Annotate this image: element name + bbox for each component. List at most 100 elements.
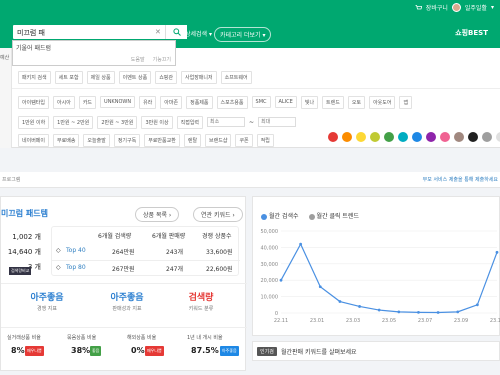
filter-chip[interactable]: 세트 포함 [54, 70, 83, 84]
filter-chip[interactable]: 유라 [139, 95, 157, 109]
data-point[interactable] [377, 308, 381, 312]
color-swatch[interactable] [468, 132, 478, 142]
help-link[interactable]: 도움말 [131, 56, 145, 63]
cart-icon[interactable] [414, 4, 423, 11]
service-chip[interactable]: 적립 [256, 133, 274, 147]
filter-chip[interactable]: 아마존 [160, 95, 183, 109]
notice-badge: 인기검 [257, 347, 277, 356]
data-point[interactable] [436, 311, 440, 314]
service-chip[interactable]: 브랜드샵 [205, 133, 232, 147]
service-chip[interactable]: 오늘출발 [83, 133, 110, 147]
filter-chip[interactable]: 사업장매니저 [181, 70, 217, 84]
level-label: 경쟁 지표 [37, 306, 57, 312]
search-input[interactable] [17, 27, 137, 38]
ratio-metrics: 실거래상품 비율 8% 매우나쁨 묶음상품 비율 38% 좋음 해외상품 비율 0% 매우나쁨 1… [1, 327, 247, 367]
autocomplete-footer: 도움말 기능끄기 [131, 56, 171, 63]
filter-chip[interactable]: SMC [251, 96, 271, 108]
color-swatch[interactable] [384, 132, 394, 142]
price-min-input[interactable] [207, 117, 246, 127]
metric-title: 해외상품 비율 [127, 335, 157, 341]
price-chip[interactable]: 1만원 이하 [18, 115, 50, 129]
data-point[interactable] [456, 310, 460, 314]
avatar[interactable] [451, 3, 461, 12]
color-swatch[interactable] [426, 132, 436, 142]
filter-chip[interactable]: 패키지 검색 [18, 70, 51, 84]
data-point[interactable] [279, 278, 283, 282]
level-label: 판매성과 지표 [112, 306, 142, 312]
advanced-search-button[interactable]: 상세검색 ▾ [180, 27, 217, 40]
data-point[interactable] [417, 310, 420, 314]
price-chip[interactable]: 2만원 ~ 3만원 [97, 115, 138, 129]
cart-label[interactable]: 장바구니 [426, 3, 448, 12]
filter-chip[interactable]: 소프트웨어 [220, 70, 252, 84]
disable-link[interactable]: 기능끄기 [153, 56, 171, 63]
notice-text[interactable]: 월간판매 키워드를 살펴보세요 [281, 347, 357, 356]
data-point[interactable] [299, 242, 303, 246]
shopping-best-link[interactable]: 쇼핑BEST [455, 28, 488, 38]
clear-icon[interactable]: ✕ [155, 28, 161, 36]
filter-chip[interactable]: 카드 [78, 95, 97, 109]
metric-value: 38% [71, 346, 91, 355]
keyword-table: 6개월 검색량 6개월 판매량 경쟁 상품수 ◇ Top 40 264만원 24… [51, 226, 240, 276]
data-point[interactable] [397, 310, 401, 314]
autocomplete-item[interactable]: 기울어 패드럼 [16, 43, 51, 52]
filter-chip[interactable]: 앱 [399, 95, 413, 109]
info-left: 프로그램 [2, 177, 21, 183]
color-swatch[interactable] [370, 132, 380, 142]
service-chip[interactable]: 무료배송 [53, 133, 80, 147]
data-point[interactable] [338, 300, 342, 303]
tab-product-list[interactable]: 상품 목록 › [135, 207, 180, 222]
service-chip[interactable]: 쿠폰 [235, 133, 253, 147]
filter-chip[interactable]: UNKNOWN [100, 96, 136, 108]
filter-chip[interactable]: 아시아 [53, 95, 75, 109]
color-swatch[interactable] [454, 132, 464, 142]
x-tick-label: 22.11 [274, 318, 288, 324]
level-value: 아주좋음 [110, 293, 144, 303]
data-point[interactable] [318, 285, 322, 289]
info-link[interactable]: 부모 서비스 제출을 통해 제출하세요 [423, 176, 498, 183]
filter-chip[interactable]: 정품제품 [186, 95, 213, 109]
color-swatch[interactable] [440, 132, 450, 142]
metric-badge: 아주좋음 [220, 346, 239, 356]
stat-value: 14,640 개 [7, 247, 41, 256]
filter-chip[interactable]: 쇼핑관 [155, 70, 177, 84]
filter-chip[interactable]: 트렌드 [322, 95, 344, 109]
user-label[interactable]: 일주일활 [465, 3, 487, 12]
table-row: ◇ Top 80 267만원 247개 22,600원 [52, 260, 240, 276]
search-box: ✕ [12, 24, 187, 40]
filter-chip[interactable]: 아이템타입 [18, 95, 50, 109]
data-point[interactable] [495, 250, 499, 254]
filter-chip[interactable]: 빛나 [300, 95, 319, 109]
color-swatch[interactable] [398, 132, 408, 142]
filter-chip[interactable]: 아웃도어 [369, 95, 396, 109]
service-chip[interactable]: 렌탈 [183, 133, 202, 147]
color-swatch[interactable] [328, 132, 338, 142]
filter-chip[interactable]: ALICE [274, 96, 297, 108]
color-swatch[interactable] [412, 132, 422, 142]
color-swatches [328, 132, 500, 142]
tab-related-keywords[interactable]: 연관 키워드 › [193, 207, 243, 222]
filter-chip[interactable]: 오토 [347, 95, 366, 109]
service-chip[interactable]: 무료반품교환 [144, 133, 180, 147]
data-point[interactable] [475, 303, 479, 307]
data-point[interactable] [358, 305, 361, 308]
service-chip[interactable]: 네이버페이 [18, 133, 50, 147]
price-chip[interactable]: 3만원 이상 [141, 115, 173, 129]
color-swatch[interactable] [356, 132, 366, 142]
price-chip[interactable]: 1만원 ~ 2만원 [53, 115, 94, 129]
color-swatch[interactable] [496, 132, 500, 142]
color-swatch[interactable] [482, 132, 492, 142]
chevron-down-icon[interactable]: ▾ [491, 4, 494, 11]
category-more-button[interactable]: 카테고리 더보기 ▾ [214, 27, 272, 42]
metric-badge: 매우나쁨 [145, 346, 164, 356]
filter-chip[interactable]: 제일 상품 [86, 70, 115, 84]
color-swatch[interactable] [342, 132, 352, 142]
service-chip[interactable]: 정기구독 [113, 133, 141, 147]
price-chip[interactable]: 직접입력 [176, 115, 204, 129]
row-tag-icon: ◇ [56, 247, 61, 254]
price-max-input[interactable] [258, 117, 297, 127]
x-tick-label: 23.07 [418, 318, 432, 324]
filter-chip[interactable]: 스포츠용품 [216, 95, 248, 109]
filter-row-price: 1만원 이하 1만원 ~ 2만원 2만원 ~ 3만원 3만원 이상 직접입력 ~ [12, 115, 297, 129]
filter-chip[interactable]: 이벤트 상품 [118, 70, 152, 84]
